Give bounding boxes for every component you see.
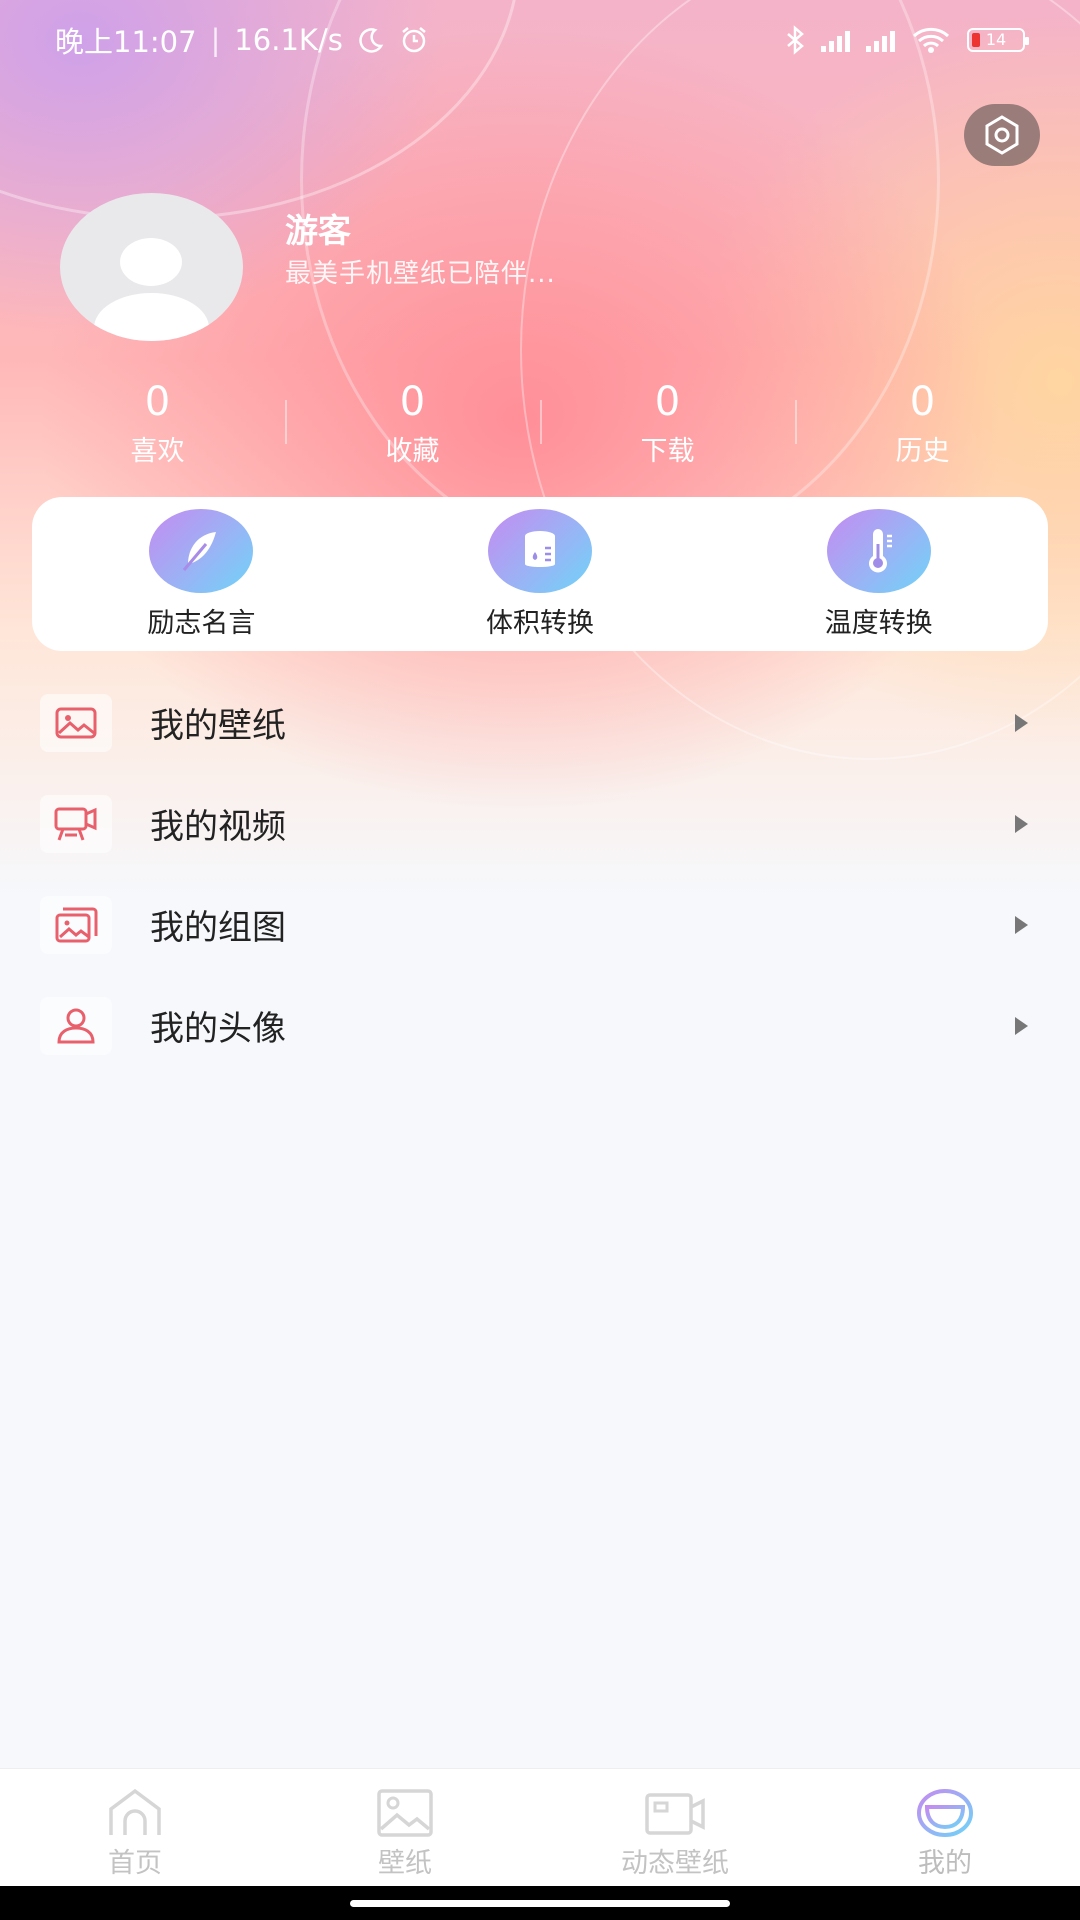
home-indicator[interactable] [350, 1900, 730, 1907]
alarm-icon [402, 27, 426, 53]
stat-downloads[interactable]: 0 下载 [540, 370, 795, 470]
stat-value: 0 [909, 379, 936, 425]
tab-home[interactable]: 首页 [0, 1769, 270, 1886]
chevron-right-icon [1015, 915, 1028, 934]
user-bio: 最美手机壁纸已陪伴... [285, 259, 556, 289]
stat-label: 历史 [895, 436, 950, 467]
tab-label: 壁纸 [378, 1848, 432, 1879]
smile-icon [917, 1789, 973, 1837]
volume-icon [488, 508, 592, 593]
bluetooth-icon [787, 25, 804, 55]
gallery-icon [40, 895, 112, 954]
tab-mine[interactable]: 我的 [810, 1769, 1080, 1886]
tab-label: 首页 [108, 1848, 162, 1879]
chevron-right-icon [1015, 814, 1028, 833]
stat-value: 0 [399, 379, 426, 425]
status-bar: 晚上11:07 | 16.1K/s 14 [0, 0, 1080, 80]
stats-row: 0 喜欢 0 收藏 0 下载 0 历史 [30, 370, 1050, 470]
stat-value: 0 [144, 379, 171, 425]
tools-card: 励志名言 体积转换 温度转换 [32, 497, 1048, 651]
menu-item-label: 我的组图 [150, 908, 286, 948]
user-icon [40, 996, 112, 1055]
tool-label: 体积转换 [486, 607, 594, 639]
tool-quotes[interactable]: 励志名言 [32, 508, 371, 640]
menu-item-label: 我的头像 [150, 1009, 286, 1049]
stat-value: 0 [654, 379, 681, 425]
menu-item-my-avatars[interactable]: 我的头像 [0, 975, 1080, 1076]
battery-level: 14 [985, 30, 1007, 49]
tab-live-wallpapers[interactable]: 动态壁纸 [540, 1769, 810, 1886]
tool-label: 励志名言 [147, 607, 256, 639]
stat-likes[interactable]: 0 喜欢 [30, 370, 285, 470]
feather-icon [149, 508, 254, 593]
thermometer-icon [826, 508, 931, 593]
stat-label: 下载 [640, 436, 695, 467]
menu-item-label: 我的视频 [150, 807, 286, 847]
system-navigation-bar [0, 1886, 1080, 1920]
stat-favorites[interactable]: 0 收藏 [285, 370, 540, 470]
status-network-speed: 16.1K/s [234, 23, 343, 57]
image-icon [40, 693, 112, 752]
stat-label: 喜欢 [130, 436, 185, 467]
stat-history[interactable]: 0 历史 [795, 370, 1050, 470]
tool-label: 温度转换 [824, 607, 933, 639]
bottom-tab-bar: 首页 壁纸 动态壁纸 我的 [0, 1768, 1080, 1886]
stat-label: 收藏 [385, 436, 440, 467]
username[interactable]: 游客 [285, 204, 351, 252]
tool-temperature-convert[interactable]: 温度转换 [709, 508, 1048, 640]
settings-hexagon-icon [985, 115, 1019, 155]
video-icon [40, 794, 112, 853]
chevron-right-icon [1015, 1016, 1028, 1035]
tab-label: 我的 [918, 1848, 972, 1879]
chevron-right-icon [1015, 713, 1028, 732]
camera-icon [645, 1793, 705, 1835]
tab-wallpapers[interactable]: 壁纸 [270, 1769, 540, 1886]
battery-icon: 14 [967, 28, 1029, 52]
menu-item-my-galleries[interactable]: 我的组图 [0, 874, 1080, 975]
signal-icon [821, 28, 850, 52]
tab-label: 动态壁纸 [621, 1848, 729, 1879]
settings-button[interactable] [964, 104, 1040, 166]
home-icon [109, 1788, 161, 1835]
moon-icon [359, 28, 384, 53]
menu-item-label: 我的壁纸 [150, 706, 286, 746]
signal-icon-2 [866, 28, 895, 52]
picture-icon [377, 1789, 433, 1837]
tool-volume-convert[interactable]: 体积转换 [371, 508, 710, 640]
menu-item-my-wallpapers[interactable]: 我的壁纸 [0, 672, 1080, 773]
wifi-icon [912, 27, 950, 53]
avatar[interactable] [60, 193, 243, 341]
menu-list: 我的壁纸 我的视频 我的组图 我的头像 [0, 672, 1080, 1076]
status-time: 晚上11:07 [55, 25, 197, 59]
menu-item-my-videos[interactable]: 我的视频 [0, 773, 1080, 874]
